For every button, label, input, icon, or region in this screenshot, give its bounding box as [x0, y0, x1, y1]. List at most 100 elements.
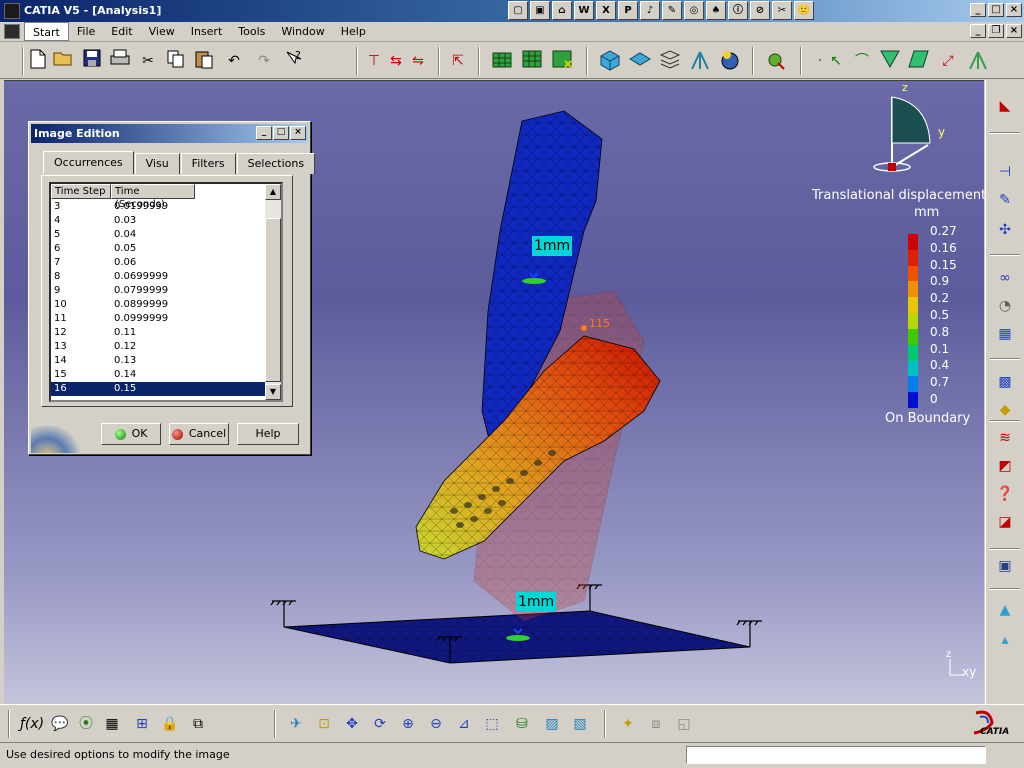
quick-launch-icon[interactable]: ⌂: [552, 1, 572, 20]
fly-icon[interactable]: ✈: [284, 712, 308, 736]
quick-launch-icon[interactable]: ⊘: [750, 1, 770, 20]
property-icon[interactable]: ◆: [991, 398, 1019, 422]
plane-view-icon[interactable]: [628, 49, 652, 73]
cut-icon[interactable]: ✂: [136, 49, 160, 73]
quick-launch-icon[interactable]: ✎: [662, 1, 682, 20]
swap-visible-icon[interactable]: ✦: [616, 712, 640, 736]
scroll-thumb[interactable]: [265, 218, 281, 382]
column-time-seconds[interactable]: Time (Seconds): [111, 184, 195, 210]
filter-icon[interactable]: [878, 49, 902, 73]
doc-minimize-icon[interactable]: _: [970, 24, 986, 38]
tab-visu[interactable]: Visu: [134, 153, 180, 174]
copy-icon[interactable]: [164, 49, 188, 73]
menu-insert[interactable]: Insert: [183, 22, 231, 41]
render-globe-icon[interactable]: [718, 49, 742, 73]
compass[interactable]: z y: [868, 81, 958, 179]
table-row[interactable]: 5 0.04: [51, 228, 271, 242]
close-icon[interactable]: ×: [1006, 3, 1022, 17]
pan-icon[interactable]: ✥: [340, 712, 364, 736]
tab-occurrences[interactable]: Occurrences: [43, 151, 134, 174]
quick-launch-icon[interactable]: X: [596, 1, 616, 20]
select-arrow-icon[interactable]: ↖: [824, 49, 848, 73]
quick-launch-icon[interactable]: W: [574, 1, 594, 20]
mesh-update-icon[interactable]: [550, 49, 574, 73]
tab-filters[interactable]: Filters: [180, 153, 236, 174]
quick-launch-icon[interactable]: ◎: [684, 1, 704, 20]
force-icon[interactable]: ◪: [991, 510, 1019, 534]
image-tool-icon[interactable]: ◣: [991, 94, 1019, 118]
quick-launch-icon[interactable]: ♪: [640, 1, 660, 20]
table-row[interactable]: 14 0.13: [51, 354, 271, 368]
pin-icon[interactable]: ✎: [991, 188, 1019, 212]
load-distribution-icon[interactable]: ≋: [991, 426, 1019, 450]
command-input[interactable]: [686, 746, 986, 764]
maximize-icon[interactable]: □: [988, 3, 1004, 17]
time-step-list[interactable]: Time Step Time (Seconds) 3 0.0199999 4 0.03…: [49, 182, 283, 402]
spline-icon[interactable]: ⌒: [850, 49, 874, 73]
group-icon[interactable]: ▦: [991, 322, 1019, 346]
load-icon[interactable]: ⇆: [384, 49, 408, 73]
minimize-icon[interactable]: _: [970, 3, 986, 17]
redo-icon[interactable]: ↷: [252, 49, 276, 73]
mesh-size-tag-upper[interactable]: 1mm: [532, 236, 573, 256]
zoom-in-icon[interactable]: ⊕: [396, 712, 420, 736]
table-icon[interactable]: ▦: [100, 712, 124, 736]
scroll-down-icon[interactable]: ▼: [265, 384, 281, 400]
table-row[interactable]: 9 0.0799999: [51, 284, 271, 298]
surface-icon[interactable]: [906, 49, 930, 73]
tree-icon[interactable]: ⊞: [130, 712, 154, 736]
support-icon[interactable]: ◔: [991, 294, 1019, 318]
quick-launch-icon[interactable]: P: [618, 1, 638, 20]
help-button[interactable]: Help: [237, 423, 299, 445]
bracket-icon[interactable]: ⧉: [186, 712, 210, 736]
table-row[interactable]: 15 0.14: [51, 368, 271, 382]
cube-view-icon[interactable]: [598, 49, 622, 73]
mesh-open-icon[interactable]: [490, 49, 514, 73]
column-time-step[interactable]: Time Step: [51, 184, 111, 199]
camera-icon[interactable]: ▣: [991, 554, 1019, 578]
table-row[interactable]: 12 0.11: [51, 326, 271, 340]
quick-launch-icon[interactable]: 🙂: [794, 1, 814, 20]
document-icon[interactable]: [4, 24, 20, 39]
formula-icon[interactable]: ƒ(x): [20, 712, 44, 736]
undo-icon[interactable]: ↶: [222, 49, 246, 73]
table-row[interactable]: 4 0.03: [51, 214, 271, 228]
menu-view[interactable]: View: [141, 22, 183, 41]
displacement-legend[interactable]: Translational displacement m mm 0.27 0.16…: [806, 188, 1003, 428]
clamp-icon[interactable]: ⊣: [991, 160, 1019, 184]
cancel-button[interactable]: Cancel: [169, 423, 229, 445]
comment-icon[interactable]: 💬: [48, 712, 72, 736]
table-row[interactable]: 3 0.0199999: [51, 200, 271, 214]
table-row[interactable]: 6 0.05: [51, 242, 271, 256]
lock-icon[interactable]: 🔒: [158, 712, 182, 736]
quick-launch-icon[interactable]: ♠: [706, 1, 726, 20]
deform-icon[interactable]: ▲: [991, 598, 1019, 622]
zoom-out-icon[interactable]: ⊖: [424, 712, 448, 736]
save-icon[interactable]: [80, 49, 104, 73]
tripod-icon[interactable]: [688, 49, 712, 73]
iso-view-icon[interactable]: ⬚: [480, 712, 504, 736]
mesh-grid-icon[interactable]: [520, 49, 544, 73]
hide-show-icon[interactable]: ⧈: [644, 712, 668, 736]
menu-start[interactable]: Start: [24, 22, 69, 41]
open-icon[interactable]: [52, 49, 76, 73]
layer-icon[interactable]: ◱: [672, 712, 696, 736]
new-icon[interactable]: [26, 49, 50, 73]
material-icon[interactable]: ▩: [991, 370, 1019, 394]
measure-icon[interactable]: [966, 49, 990, 73]
cylinder-icon[interactable]: ⛁: [510, 712, 534, 736]
dialog-minimize-icon[interactable]: _: [256, 126, 272, 140]
catia-app-icon[interactable]: [4, 3, 20, 19]
paste-icon[interactable]: [192, 49, 216, 73]
table-row[interactable]: 13 0.12: [51, 340, 271, 354]
menu-help[interactable]: Help: [333, 22, 374, 41]
menu-edit[interactable]: Edit: [103, 22, 140, 41]
link-icon[interactable]: ∞: [991, 266, 1019, 290]
mesh-size-tag-lower[interactable]: 1mm: [516, 592, 557, 612]
table-row[interactable]: 11 0.0999999: [51, 312, 271, 326]
status-light-icon[interactable]: ⦿: [74, 712, 98, 736]
menu-tools[interactable]: Tools: [230, 22, 273, 41]
render-style-icon[interactable]: ▨: [540, 712, 564, 736]
stack-view-icon[interactable]: [658, 49, 682, 73]
doc-restore-icon[interactable]: ❐: [988, 24, 1004, 38]
